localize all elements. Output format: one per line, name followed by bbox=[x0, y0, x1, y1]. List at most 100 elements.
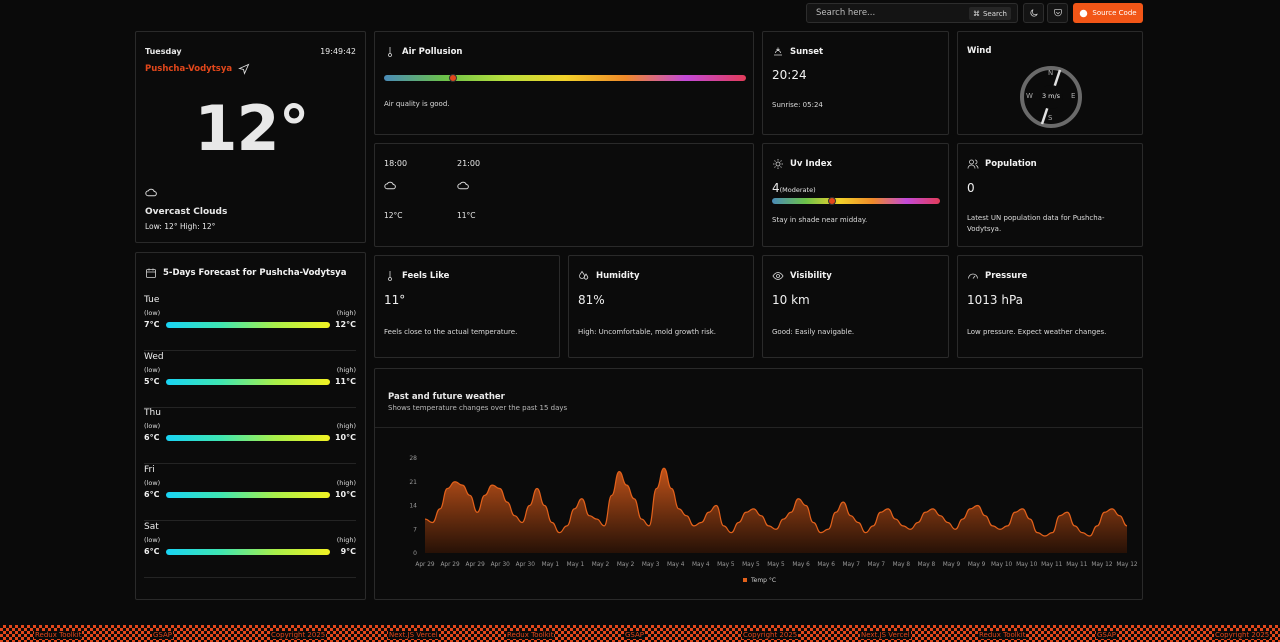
moon-icon bbox=[1029, 9, 1038, 17]
theme-toggle-button[interactable] bbox=[1023, 3, 1044, 23]
forecast-day-name: Fri bbox=[144, 465, 155, 476]
x-tick-label: May 11 bbox=[1041, 562, 1063, 568]
footer-ticker-item: Copyright 2025 bbox=[270, 631, 327, 639]
y-tick-label: 0 bbox=[413, 550, 417, 557]
condition-text: Overcast Clouds bbox=[145, 207, 228, 217]
x-tick-label: May 8 bbox=[918, 562, 936, 568]
source-code-button[interactable]: Source Code bbox=[1073, 3, 1143, 23]
footer-ticker-item: Copyright 2025 bbox=[1214, 631, 1271, 639]
x-tick-label: May 5 bbox=[742, 562, 760, 568]
high-label: (high) bbox=[336, 309, 356, 317]
search-placeholder: Search here... bbox=[816, 8, 876, 18]
population-desc: Latest UN population data for Pushcha-Vo… bbox=[967, 214, 1105, 233]
cloud-icon bbox=[457, 181, 469, 190]
y-tick-label: 21 bbox=[409, 479, 417, 486]
chart-subtitle: Shows temperature changes over the past … bbox=[388, 404, 568, 412]
population-value: 0 bbox=[967, 181, 975, 195]
x-tick-label: May 5 bbox=[767, 562, 785, 568]
forecast-low: 7°C bbox=[144, 320, 160, 329]
hour-temp: 11°C bbox=[457, 211, 476, 220]
x-tick-label: Apr 29 bbox=[440, 562, 460, 568]
temperature-range-bar bbox=[166, 492, 330, 499]
x-tick-label: Apr 29 bbox=[415, 562, 435, 568]
search-shortcut[interactable]: ⌘ Search bbox=[968, 7, 1011, 20]
x-tick-label: May 5 bbox=[717, 562, 735, 568]
forecast-low: 6°C bbox=[144, 546, 160, 556]
x-tick-label: May 2 bbox=[592, 562, 610, 568]
pressure-desc: Low pressure. Expect weather changes. bbox=[967, 328, 1107, 336]
footer-ticker-item: GSAP bbox=[624, 631, 646, 639]
forecast-day-name: Wed bbox=[144, 351, 164, 362]
forecast-day-name: Sat bbox=[144, 521, 159, 532]
feels-value: 11° bbox=[384, 293, 406, 307]
temperature-area-chart: 0 7 14 21 28 Apr 29 Apr 29 Apr 29 Apr 30 Apr 30 Ma… bbox=[409, 455, 1138, 584]
humidity-desc: High: Uncomfortable, mold growth risk. bbox=[578, 328, 717, 336]
forecast-high: 11°C bbox=[334, 376, 356, 386]
cloud-icon bbox=[145, 188, 157, 197]
navigation-icon[interactable] bbox=[238, 63, 250, 75]
x-tick-label: May 12 bbox=[1091, 562, 1113, 568]
compass-n: N bbox=[1048, 69, 1054, 77]
calendar-icon bbox=[146, 268, 156, 278]
sunset-title: Sunset bbox=[790, 47, 824, 57]
forecast-low: 6°C bbox=[144, 490, 160, 500]
current-temperature: 12° bbox=[194, 92, 309, 165]
pressure-card: Pressure 1013 hPa Low pressure. Expect w… bbox=[957, 255, 1143, 358]
current-day: Tuesday bbox=[145, 47, 182, 56]
low-high-text: Low: 12° High: 12° bbox=[145, 222, 216, 231]
high-label: (high) bbox=[336, 535, 356, 544]
x-tick-label: May 12 bbox=[1116, 562, 1138, 568]
sunset-time: 20:24 bbox=[772, 68, 807, 82]
wind-title: Wind bbox=[967, 46, 992, 56]
visibility-desc: Good: Easily navigable. bbox=[772, 328, 855, 336]
footer-ticker: Redux Toolkit GSAP Copyright 2025 Next.JS V… bbox=[0, 625, 1280, 642]
current-time: 19:49:42 bbox=[320, 47, 356, 56]
forecast-high: 10°C bbox=[334, 433, 356, 443]
x-tick-label: May 8 bbox=[893, 562, 911, 568]
forecast-high: 10°C bbox=[334, 490, 356, 500]
x-tick-label: May 1 bbox=[542, 562, 560, 568]
x-tick-label: May 7 bbox=[868, 562, 886, 568]
temperature-range-bar bbox=[166, 378, 330, 385]
compass-s: S bbox=[1048, 114, 1053, 122]
users-icon bbox=[967, 159, 979, 169]
current-weather-card: Tuesday 19:49:42 Pushcha-Vodytsya 12° Ov… bbox=[135, 31, 366, 243]
compass-e: E bbox=[1071, 92, 1076, 100]
uv-desc: Stay in shade near midday. bbox=[772, 216, 868, 224]
location-name: Pushcha-Vodytsya bbox=[145, 64, 233, 74]
command-icon: ⌘ bbox=[972, 9, 980, 18]
legend-swatch bbox=[743, 578, 747, 582]
uv-label: (Moderate) bbox=[779, 186, 816, 194]
thermometer-icon bbox=[388, 271, 392, 281]
x-tick-label: May 6 bbox=[817, 562, 835, 568]
forecast-day-name: Thu bbox=[144, 408, 161, 419]
air-quality-marker bbox=[448, 74, 457, 82]
sun-icon bbox=[773, 159, 783, 169]
temperature-area bbox=[425, 468, 1127, 553]
feels-title: Feels Like bbox=[402, 271, 450, 281]
high-label: (high) bbox=[336, 365, 356, 374]
thermometer-icon bbox=[388, 47, 392, 57]
low-label: (low) bbox=[144, 535, 161, 544]
pocket-icon bbox=[1053, 9, 1062, 17]
y-tick-label: 7 bbox=[413, 526, 417, 533]
humidity-title: Humidity bbox=[596, 271, 640, 281]
humidity-value: 81% bbox=[578, 293, 605, 307]
feels-like-card: Feels Like 11° Feels close to the actual… bbox=[374, 255, 560, 358]
y-tick-label: 14 bbox=[409, 503, 417, 510]
footer-ticker-item: Copyright 2025 bbox=[742, 631, 799, 639]
gauge-icon bbox=[968, 273, 978, 279]
hourly-forecast-card: 18:00 12°C 21:00 11°C bbox=[374, 143, 754, 247]
population-card: Population 0 Latest UN population data f… bbox=[957, 143, 1143, 247]
search-input[interactable]: Search here... ⌘ Search bbox=[806, 3, 1018, 23]
footer-ticker-item: GSAP bbox=[152, 631, 174, 639]
x-tick-label: May 7 bbox=[842, 562, 860, 568]
forecast-low: 6°C bbox=[144, 433, 160, 443]
pocket-button[interactable] bbox=[1047, 3, 1068, 23]
low-label: (low) bbox=[144, 479, 161, 488]
x-tick-label: May 10 bbox=[991, 562, 1013, 568]
uv-bar bbox=[772, 198, 940, 204]
forecast-day-name: Tue bbox=[144, 295, 160, 305]
forecast-title: 5-Days Forecast for Pushcha-Vodytsya bbox=[163, 268, 347, 278]
x-tick-label: Apr 30 bbox=[491, 562, 511, 568]
